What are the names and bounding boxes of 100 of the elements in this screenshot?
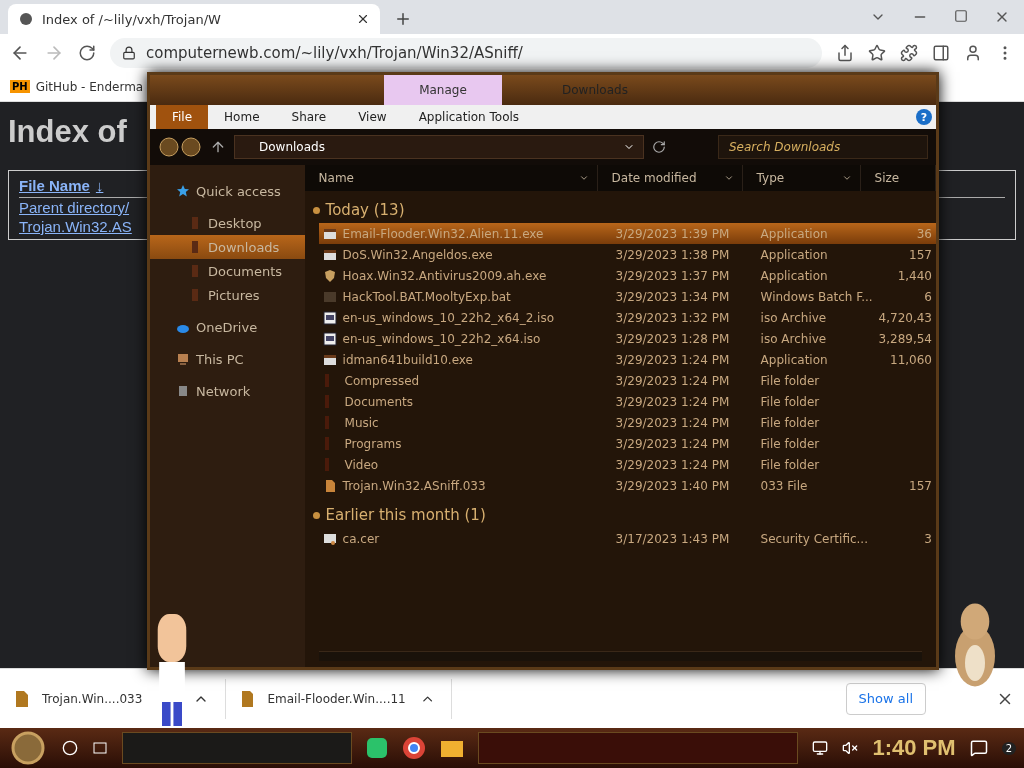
share-icon[interactable] <box>836 44 854 62</box>
file-link[interactable]: Parent directory/ <box>19 198 130 217</box>
date-modified: 3/29/2023 1:32 PM <box>614 310 731 325</box>
file-row[interactable]: idman641build10.exe 3/29/2023 1:24 PM Application 11,060 <box>318 349 936 370</box>
file-type: File folder <box>759 415 821 430</box>
file-row[interactable]: ca.cer 3/17/2023 1:43 PM Security Certific... 3 <box>318 528 936 549</box>
column-header-link[interactable]: File Name <box>19 176 90 195</box>
search-field[interactable]: Search Downloads <box>718 135 928 159</box>
bookmark[interactable]: GitHub - Enderma <box>35 79 144 94</box>
disc-image-icon <box>322 331 337 346</box>
file-row[interactable]: en-us_windows_10_22h2_x64.iso 3/29/2023 1:28 PM iso Archive 3,289,54 <box>318 328 936 349</box>
nav-item[interactable]: Desktop <box>150 211 305 235</box>
page-icon <box>18 11 34 27</box>
context-tab[interactable]: Manage <box>384 75 502 105</box>
nav-item[interactable]: Quick access <box>150 179 305 203</box>
ribbon-tab[interactable]: Home <box>208 105 276 129</box>
file-row[interactable]: Trojan.Win32.ASniff.033 3/29/2023 1:40 PM 033 File 157 <box>318 475 936 496</box>
folder-app-icon[interactable] <box>440 738 464 758</box>
reload-icon[interactable] <box>78 44 96 62</box>
download-item[interactable]: Email-Flooder.Win....11 <box>226 678 452 719</box>
ribbon-tab[interactable]: Application Tools <box>402 105 536 129</box>
file-row[interactable]: DoS.Win32.Angeldos.exe 3/29/2023 1:38 PM Application 157 <box>318 244 936 265</box>
new-tab-icon[interactable] <box>394 10 412 28</box>
column-header[interactable]: Type <box>742 165 861 191</box>
group-header[interactable]: Today (13) <box>304 197 936 223</box>
file-icon <box>242 690 254 707</box>
file-size: 157 <box>908 478 933 493</box>
show-all-button[interactable]: Show all <box>845 682 926 715</box>
date-modified: 3/29/2023 1:28 PM <box>614 331 731 346</box>
profile-icon[interactable] <box>964 44 982 62</box>
star-icon[interactable] <box>868 44 886 62</box>
file-name: HackTool.BAT.MooltyExp.bat <box>342 289 511 304</box>
browser-app-icon[interactable] <box>402 736 426 760</box>
file-row[interactable]: Music 3/29/2023 1:24 PM File folder <box>318 412 936 433</box>
file-row[interactable]: Documents 3/29/2023 1:24 PM File folder <box>318 391 936 412</box>
file-name: Music <box>344 415 379 430</box>
file-name: idman641build10.exe <box>342 352 473 367</box>
sort-arrow[interactable]: ↓ <box>95 176 104 195</box>
file-icon <box>16 690 28 707</box>
column-header[interactable]: Date modified <box>597 165 743 191</box>
file-name: DoS.Win32.Angeldos.exe <box>342 247 493 262</box>
file-row[interactable]: Video 3/29/2023 1:24 PM File folder <box>318 454 936 475</box>
close-icon[interactable] <box>356 12 370 26</box>
help-button[interactable]: ? <box>916 109 932 125</box>
file-type: Application <box>759 352 829 367</box>
notifications-icon[interactable] <box>969 739 988 757</box>
star-icon <box>176 184 190 198</box>
group-header[interactable]: Earlier this month (1) <box>304 502 936 528</box>
file-size: 1,440 <box>896 268 933 283</box>
date-modified: 3/29/2023 1:34 PM <box>614 289 731 304</box>
file-size: 4,720,43 <box>877 310 933 325</box>
file-name: Compressed <box>344 373 420 388</box>
side-panel-icon[interactable] <box>932 44 950 62</box>
date-modified: 3/29/2023 1:39 PM <box>614 226 731 241</box>
volume-muted-icon[interactable] <box>842 740 859 756</box>
sort-caret-icon[interactable] <box>578 173 589 183</box>
back-forward-icon[interactable] <box>158 136 202 158</box>
nav-item[interactable]: Network <box>150 379 305 403</box>
horizontal-scrollbar[interactable] <box>318 651 922 661</box>
sort-caret-icon[interactable] <box>723 173 734 183</box>
address-field[interactable]: Downloads <box>234 135 644 159</box>
file-type: Application <box>759 226 829 241</box>
file-row[interactable]: Programs 3/29/2023 1:24 PM File folder <box>318 433 936 454</box>
browser-tab[interactable]: Index of /~lily/vxh/Trojan/W <box>8 4 380 34</box>
ribbon-tab[interactable]: View <box>342 105 403 129</box>
file-row[interactable]: Hoax.Win32.Antivirus2009.ah.exe 3/29/2023 1:37 PM Application 1,440 <box>318 265 936 286</box>
file-size: 3 <box>923 531 933 546</box>
file-size: 3,289,54 <box>877 331 933 346</box>
date-modified: 3/29/2023 1:24 PM <box>614 457 731 472</box>
file-name: en-us_windows_10_22h2_x64_2.iso <box>342 310 555 325</box>
notes-app-icon[interactable] <box>366 737 388 759</box>
clock[interactable]: 1:40 PM <box>872 735 956 761</box>
file-link[interactable]: Trojan.Win32.AS <box>19 217 132 236</box>
file-size: 6 <box>923 289 933 304</box>
address-bar[interactable]: computernewb.com/~lily/vxh/Trojan/Win32/ASniff/ <box>110 38 822 68</box>
refresh-icon[interactable] <box>652 140 666 154</box>
bookmark-badge: PH <box>10 80 30 93</box>
nav-item[interactable]: Pictures <box>150 283 305 307</box>
file-row[interactable]: HackTool.BAT.MooltyExp.bat 3/29/2023 1:34 PM Windows Batch F... 6 <box>318 286 936 307</box>
task-view-icon[interactable] <box>92 740 108 756</box>
date-modified: 3/29/2023 1:24 PM <box>614 394 731 409</box>
nav-item[interactable]: OneDrive <box>150 315 305 339</box>
up-icon[interactable] <box>210 139 226 155</box>
date-modified: 3/29/2023 1:24 PM <box>614 415 731 430</box>
sort-caret-icon[interactable] <box>841 173 852 183</box>
column-header[interactable]: Name <box>304 165 598 191</box>
nav-item[interactable]: This PC <box>150 347 305 371</box>
extensions-icon[interactable] <box>900 44 918 62</box>
file-row[interactable]: Compressed 3/29/2023 1:24 PM File folder <box>318 370 936 391</box>
column-header[interactable]: Size <box>860 165 936 191</box>
file-size: 11,060 <box>889 352 933 367</box>
file-type: 033 File <box>759 478 809 493</box>
file-name: Programs <box>344 436 402 451</box>
ribbon-tab[interactable]: Share <box>275 105 343 129</box>
ribbon-tab[interactable]: File <box>156 105 209 129</box>
window-title: Downloads <box>562 83 628 97</box>
nav-item[interactable]: Documents <box>150 259 305 283</box>
disc-image-icon <box>322 310 337 325</box>
file-row[interactable]: en-us_windows_10_22h2_x64_2.iso 3/29/2023 1:32 PM iso Archive 4,720,43 <box>318 307 936 328</box>
restore-icon[interactable] <box>954 9 968 23</box>
